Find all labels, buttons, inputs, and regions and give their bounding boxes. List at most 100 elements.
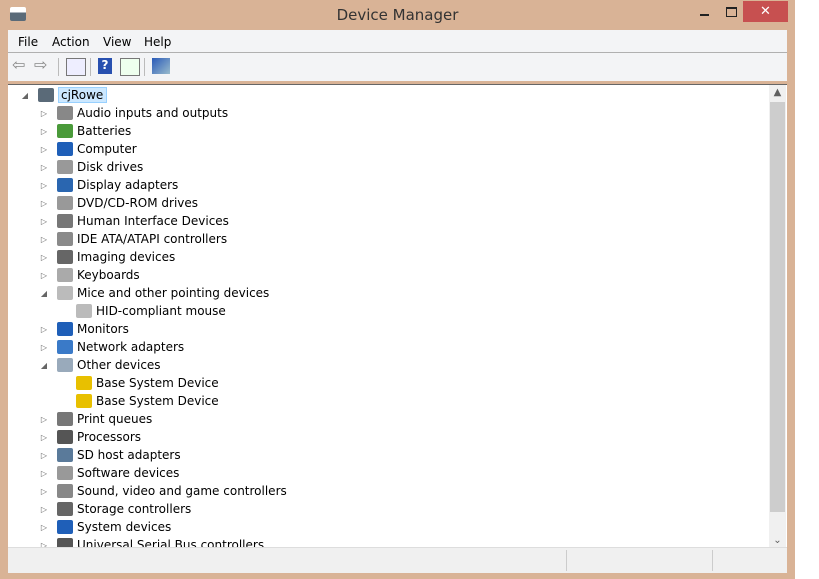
help-icon[interactable]: ? <box>98 58 112 74</box>
expand-arrow-icon[interactable]: ▷ <box>39 271 49 280</box>
camera-icon <box>57 250 73 264</box>
expand-arrow-icon[interactable]: ▷ <box>39 163 49 172</box>
display-adapter-icon <box>57 178 73 192</box>
expand-arrow-icon[interactable]: ▷ <box>39 253 49 262</box>
tree-category[interactable]: ▷ Human Interface Devices <box>39 212 229 230</box>
expand-arrow-icon[interactable]: ▷ <box>39 199 49 208</box>
tree-root[interactable]: ◢ cjRowe <box>20 86 108 104</box>
collapse-arrow-icon[interactable]: ◢ <box>39 361 49 370</box>
tree-category[interactable]: ▷ Batteries <box>39 122 131 140</box>
dvd-icon <box>57 196 73 210</box>
tree-device[interactable]: Base System Device <box>58 392 219 410</box>
software-device-icon <box>57 466 73 480</box>
scroll-down-icon[interactable]: ⌄ <box>769 535 786 546</box>
close-button[interactable]: ✕ <box>743 1 788 22</box>
tree-category[interactable]: ▷ Audio inputs and outputs <box>39 104 228 122</box>
back-arrow-icon[interactable]: ⇦ <box>12 55 30 74</box>
tree-label: Print queues <box>77 412 153 426</box>
tree-label: Human Interface Devices <box>77 214 229 228</box>
expand-arrow-icon[interactable]: ▷ <box>39 505 49 514</box>
minimize-button[interactable] <box>690 1 718 22</box>
tree-category[interactable]: ▷ Processors <box>39 428 141 446</box>
tree-label: Keyboards <box>77 268 140 282</box>
tree-category[interactable]: ▷ Display adapters <box>39 176 178 194</box>
sd-icon <box>57 448 73 462</box>
tree-category[interactable]: ▷ DVD/CD-ROM drives <box>39 194 198 212</box>
tree-category[interactable]: ▷ IDE ATA/ATAPI controllers <box>39 230 227 248</box>
scrollbar-thumb[interactable] <box>770 102 785 512</box>
tree-label: cjRowe <box>58 87 108 103</box>
tree-category[interactable]: ▷ System devices <box>39 518 171 536</box>
tree-category[interactable]: ▷ Storage controllers <box>39 500 191 518</box>
expand-arrow-icon[interactable]: ▷ <box>39 325 49 334</box>
tree-label: HID-compliant mouse <box>96 304 226 318</box>
collapse-arrow-icon[interactable]: ◢ <box>20 91 30 100</box>
menu-help[interactable]: Help <box>144 35 171 49</box>
tree-category[interactable]: ◢ Other devices <box>39 356 161 374</box>
tree-label: Audio inputs and outputs <box>77 106 229 120</box>
expand-arrow-icon[interactable]: ▷ <box>39 109 49 118</box>
expand-arrow-icon[interactable]: ▷ <box>39 145 49 154</box>
show-hide-console-tree-icon[interactable] <box>66 58 86 76</box>
tree-category[interactable]: ▷ Sound, video and game controllers <box>39 482 287 500</box>
tree-category[interactable]: ◢ Mice and other pointing devices <box>39 284 269 302</box>
tree-label: Software devices <box>77 466 180 480</box>
computer-icon <box>38 88 54 102</box>
tree-label: IDE ATA/ATAPI controllers <box>77 232 228 246</box>
tree-label: Mice and other pointing devices <box>77 286 270 300</box>
tree-category[interactable]: ▷ Disk drives <box>39 158 143 176</box>
tree-device[interactable]: Base System Device <box>58 374 219 392</box>
tree-category[interactable]: ▷ Print queues <box>39 410 152 428</box>
tree-label: Processors <box>77 430 142 444</box>
tree-category[interactable]: ▷ Computer <box>39 140 137 158</box>
tree-label: DVD/CD-ROM drives <box>77 196 199 210</box>
tree-label: Base System Device <box>96 376 219 390</box>
collapse-arrow-icon[interactable]: ◢ <box>39 289 49 298</box>
monitor-icon <box>57 322 73 336</box>
menu-view[interactable]: View <box>103 35 131 49</box>
expand-arrow-icon[interactable]: ▷ <box>39 217 49 226</box>
menu-file[interactable]: File <box>18 35 38 49</box>
hid-icon <box>57 214 73 228</box>
scroll-up-icon[interactable]: ▲ <box>769 87 786 98</box>
show-action-pane-icon[interactable] <box>120 58 140 76</box>
mouse-icon <box>76 304 92 318</box>
scan-hardware-icon[interactable] <box>152 58 170 74</box>
expand-arrow-icon[interactable]: ▷ <box>39 181 49 190</box>
expand-arrow-icon[interactable]: ▷ <box>39 487 49 496</box>
toolbar-separator <box>58 58 59 76</box>
tree-label: Monitors <box>77 322 129 336</box>
processor-icon <box>57 430 73 444</box>
tree-device[interactable]: HID-compliant mouse <box>58 302 226 320</box>
vertical-scrollbar[interactable]: ▲ ⌄ <box>769 85 786 548</box>
expand-arrow-icon[interactable]: ▷ <box>39 235 49 244</box>
expand-arrow-icon[interactable]: ▷ <box>39 451 49 460</box>
tree-category[interactable]: ▷ Monitors <box>39 320 129 338</box>
status-pane <box>712 550 713 571</box>
expand-arrow-icon[interactable]: ▷ <box>39 343 49 352</box>
forward-arrow-icon[interactable]: ⇨ <box>34 55 52 74</box>
menu-bar: File Action View Help <box>8 30 787 53</box>
tree-category[interactable]: ▷ Network adapters <box>39 338 184 356</box>
expand-arrow-icon[interactable]: ▷ <box>39 469 49 478</box>
tree-category[interactable]: ▷ Keyboards <box>39 266 140 284</box>
storage-icon <box>57 502 73 516</box>
expand-arrow-icon[interactable]: ▷ <box>39 523 49 532</box>
network-icon <box>57 340 73 354</box>
system-icon <box>57 520 73 534</box>
tree-label: SD host adapters <box>77 448 181 462</box>
toolbar: ⇦ ⇨ ? <box>8 53 787 81</box>
tree-category[interactable]: ▷ Imaging devices <box>39 248 175 266</box>
window-frame: Device Manager ✕ File Action View Help ⇦… <box>0 0 795 579</box>
disk-drive-icon <box>57 160 73 174</box>
tree-category[interactable]: ▷ SD host adapters <box>39 446 181 464</box>
minimize-icon <box>699 13 709 16</box>
menu-action[interactable]: Action <box>52 35 90 49</box>
expand-arrow-icon[interactable]: ▷ <box>39 127 49 136</box>
expand-arrow-icon[interactable]: ▷ <box>39 415 49 424</box>
tree-label: Storage controllers <box>77 502 192 516</box>
expand-arrow-icon[interactable]: ▷ <box>39 433 49 442</box>
warning-icon <box>76 376 92 390</box>
maximize-button[interactable] <box>718 1 744 22</box>
tree-category[interactable]: ▷ Software devices <box>39 464 179 482</box>
